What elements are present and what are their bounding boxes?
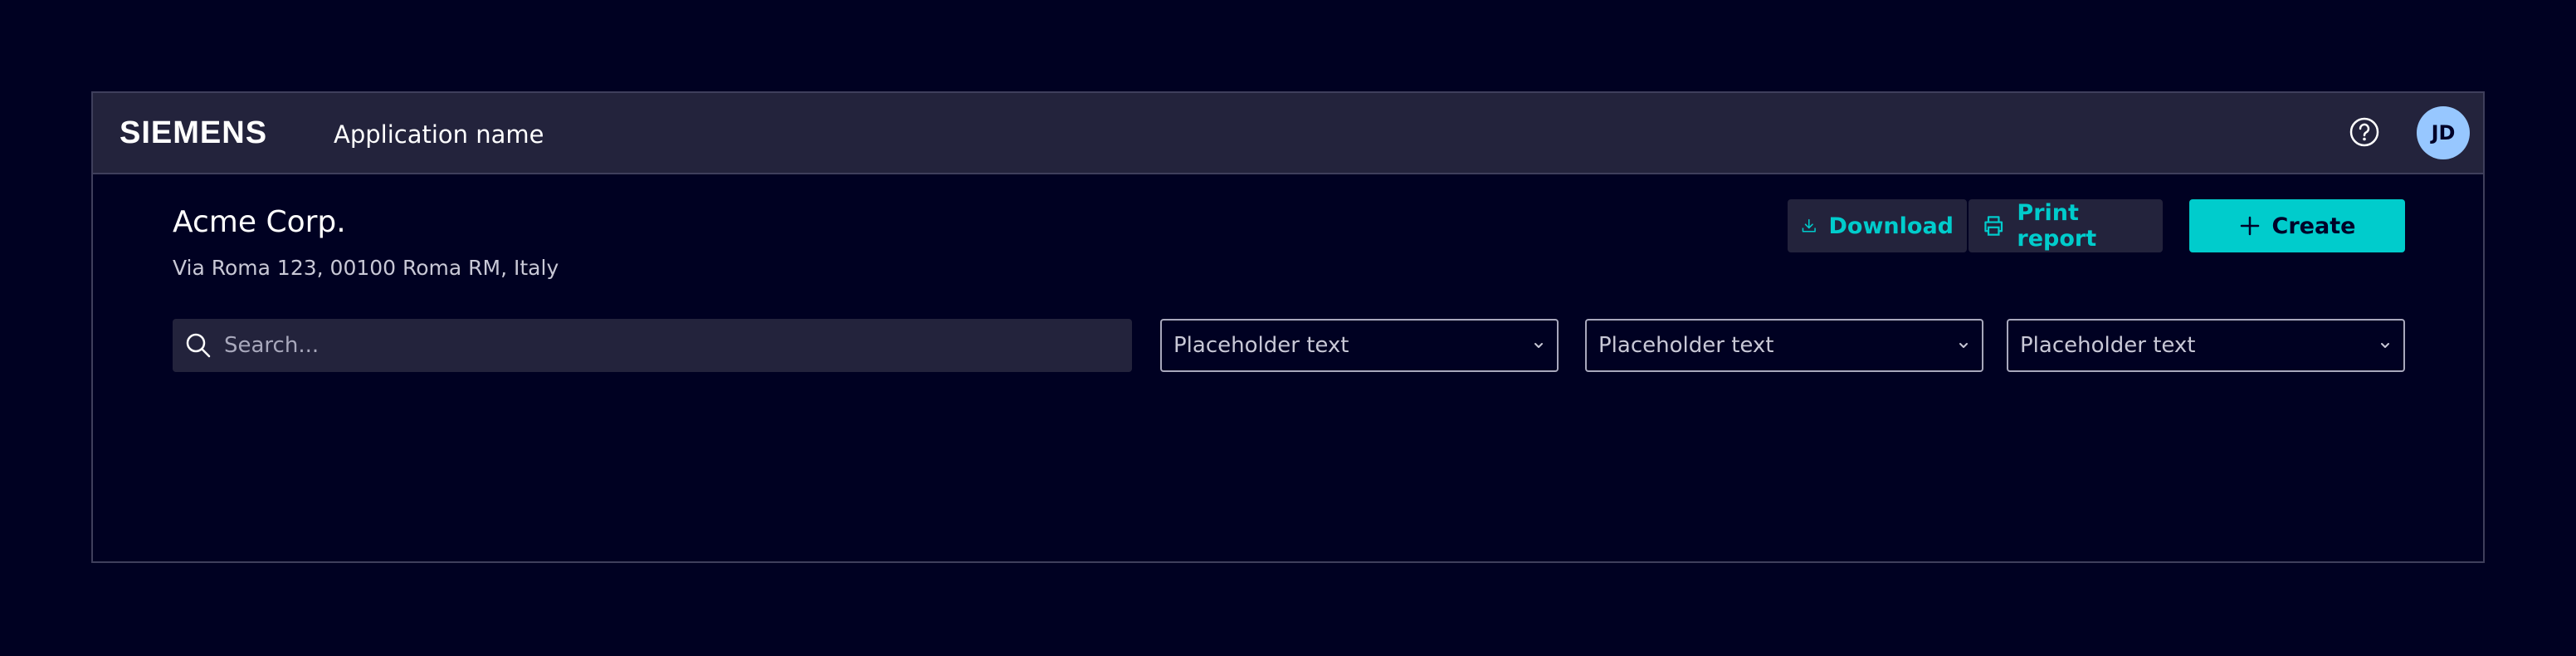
search-icon bbox=[186, 333, 211, 358]
app-name: Application name bbox=[334, 120, 544, 149]
select-value: Placeholder text bbox=[1173, 333, 1349, 358]
chevron-down-icon bbox=[2381, 343, 2389, 348]
print-report-label: Print report bbox=[2017, 200, 2097, 252]
chevron-down-icon bbox=[1534, 343, 1543, 348]
create-label: Create bbox=[2271, 213, 2356, 239]
search-input[interactable] bbox=[222, 332, 1105, 359]
print-icon bbox=[1984, 216, 2003, 236]
page-subtitle: Via Roma 123, 00100 Roma RM, Italy bbox=[173, 256, 559, 280]
help-icon bbox=[2349, 117, 2379, 147]
page-title: Acme Corp. bbox=[173, 205, 346, 239]
select-value: Placeholder text bbox=[1598, 333, 1774, 358]
print-report-button[interactable]: Print report bbox=[1969, 199, 2163, 252]
filter-select-2[interactable]: Placeholder text bbox=[1585, 319, 1983, 372]
filter-select-1[interactable]: Placeholder text bbox=[1160, 319, 1559, 372]
select-value: Placeholder text bbox=[2020, 333, 2196, 358]
download-button[interactable]: Download bbox=[1788, 199, 1967, 252]
download-label: Download bbox=[1828, 213, 1954, 239]
user-avatar[interactable]: JD bbox=[2417, 106, 2470, 159]
plus-icon bbox=[2240, 216, 2259, 236]
filter-select-3[interactable]: Placeholder text bbox=[2007, 319, 2405, 372]
siemens-logo: SIEMENS bbox=[120, 115, 268, 150]
search-field[interactable] bbox=[173, 319, 1132, 372]
app-header: SIEMENS Application name JD bbox=[93, 93, 2483, 174]
download-icon bbox=[1802, 218, 1816, 233]
create-button[interactable]: Create bbox=[2189, 199, 2405, 252]
app-frame: SIEMENS Application name JD Acme Corp. V… bbox=[91, 91, 2485, 563]
chevron-down-icon bbox=[1959, 343, 1968, 348]
help-button[interactable] bbox=[2349, 116, 2380, 148]
